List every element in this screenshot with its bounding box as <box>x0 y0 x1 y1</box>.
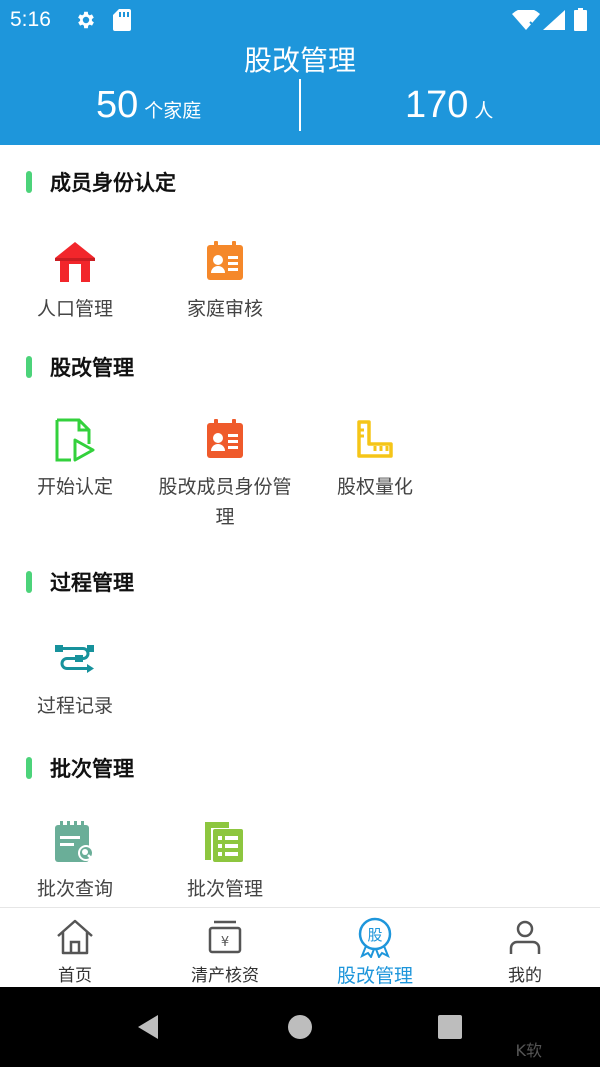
share-badge-text: 股 <box>367 926 382 944</box>
section-title-batch: 批次管理 <box>26 753 134 783</box>
families-count: 50 <box>96 84 139 126</box>
recents-icon[interactable] <box>436 1013 464 1041</box>
tile-batch-management[interactable]: 批次管理 <box>150 820 300 904</box>
tile-equity-quantification[interactable]: 股权量化 <box>300 418 450 502</box>
nav-asset-verification[interactable]: ¥ 清产核资 <box>150 908 300 988</box>
tile-member-identity-management[interactable]: 股改成员身份管理 <box>150 418 300 532</box>
nav-share-reform[interactable]: 股 股改管理 <box>300 908 450 988</box>
people-count: 170 <box>405 84 469 126</box>
section-title-process: 过程管理 <box>26 567 134 597</box>
people-stat: 170 人 <box>405 80 493 130</box>
section-title-identity: 成员身份认定 <box>26 167 176 197</box>
signal-icon <box>543 10 565 30</box>
id-card-icon <box>207 419 243 458</box>
tile-population-management[interactable]: 人口管理 <box>0 240 150 324</box>
nav-mine[interactable]: 我的 <box>450 908 600 988</box>
status-bar: 5:16 <box>0 0 600 42</box>
watermark: K软 <box>515 1041 543 1060</box>
section-title-reform: 股改管理 <box>26 352 134 382</box>
system-navigation-bar: K软 <box>0 987 600 1067</box>
section-marker <box>26 356 32 378</box>
people-unit: 人 <box>474 100 494 122</box>
section-marker <box>26 171 32 193</box>
ruler-icon <box>357 420 393 458</box>
header: 股改管理 50 个家庭 170 人 <box>0 42 600 145</box>
page-title: 股改管理 <box>243 44 356 77</box>
share-badge-icon: 股 <box>358 917 392 958</box>
section-marker <box>26 571 32 593</box>
home-button-icon[interactable] <box>286 1013 314 1041</box>
sd-card-icon <box>113 9 131 31</box>
battery-icon <box>574 8 587 31</box>
families-stat: 50 个家庭 <box>96 80 201 130</box>
status-time: 5:16 <box>10 8 51 31</box>
gear-icon <box>78 11 94 29</box>
home-icon <box>57 919 93 955</box>
tile-process-records[interactable]: 过程记录 <box>0 637 150 721</box>
bottom-navigation: 首页 ¥ 清产核资 股 股改管理 我的 <box>0 907 600 987</box>
back-icon[interactable] <box>134 1013 162 1041</box>
tile-family-review[interactable]: 家庭审核 <box>150 240 300 324</box>
cash-register-icon: ¥ <box>208 920 242 954</box>
list-document-icon <box>205 822 243 862</box>
section-marker <box>26 757 32 779</box>
tile-start-identification[interactable]: 开始认定 <box>0 418 150 502</box>
families-unit: 个家庭 <box>144 100 202 122</box>
process-flow-icon <box>55 645 94 673</box>
main-content[interactable]: 成员身份认定 人口管理 家庭审核 股改管理 开始认定 股改成员身份管理 股权量化… <box>0 145 600 907</box>
nav-home[interactable]: 首页 <box>0 908 150 988</box>
user-icon <box>509 920 541 954</box>
svg-text:¥: ¥ <box>221 935 229 950</box>
calendar-search-icon <box>55 821 94 862</box>
house-icon <box>55 242 95 282</box>
header-divider <box>299 79 301 131</box>
document-play-icon <box>55 418 95 462</box>
wifi-icon <box>512 10 540 30</box>
tile-batch-query[interactable]: 批次查询 <box>0 820 150 904</box>
id-card-icon <box>207 241 243 280</box>
